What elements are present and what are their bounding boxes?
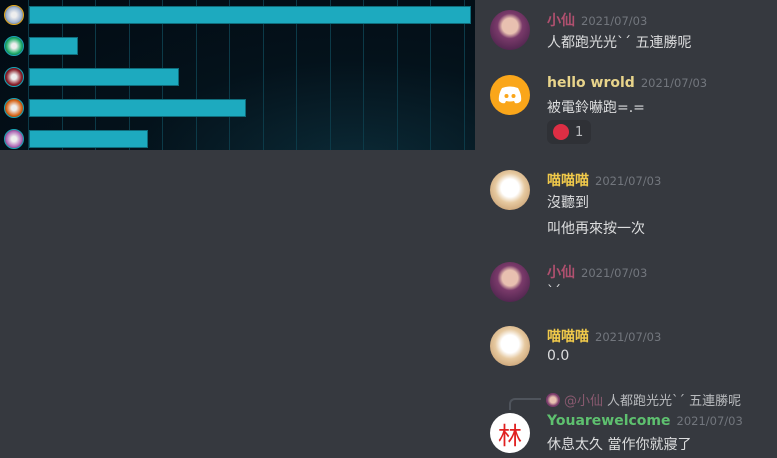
author-name[interactable]: 喵喵喵 <box>547 329 589 345</box>
author-name[interactable]: hello wrold <box>547 75 635 91</box>
author-name[interactable]: 小仙 <box>547 265 575 281</box>
bar-chart-image <box>0 0 475 150</box>
avatar[interactable] <box>490 326 530 366</box>
timestamp: 2021/07/03 <box>595 330 662 344</box>
message-text: ˋˊ <box>547 284 561 300</box>
message-text: 沒聽到 <box>547 195 589 211</box>
avatar[interactable] <box>490 10 530 50</box>
champion-icon <box>4 36 24 56</box>
avatar[interactable] <box>490 75 530 115</box>
author-name[interactable]: 小仙 <box>547 13 575 29</box>
reply-connector <box>509 398 541 410</box>
message-text: 叫他再來按一次 <box>547 221 645 237</box>
avatar[interactable] <box>490 170 530 210</box>
champion-icon <box>4 98 24 118</box>
message-text: 人都跑光光ˋˊ 五連勝呢 <box>547 35 692 51</box>
bar <box>29 68 180 86</box>
reply-text: 人都跑光光ˋˊ 五連勝呢 <box>607 394 742 409</box>
message-text: 被電鈴嚇跑=.= <box>547 100 645 116</box>
timestamp: 2021/07/03 <box>581 266 648 280</box>
message-text: 0.0 <box>547 348 570 364</box>
reply-avatar <box>546 392 560 407</box>
author-name[interactable]: 喵喵喵 <box>547 173 589 189</box>
reaction-count: 1 <box>575 124 584 140</box>
bar <box>29 6 471 24</box>
bar <box>29 99 246 117</box>
timestamp: 2021/07/03 <box>640 76 708 90</box>
reply-preview[interactable]: @小仙 人都跑光光ˋˊ 五連勝呢 <box>546 390 741 409</box>
timestamp: 2021/07/03 <box>581 14 648 28</box>
timestamp: 2021/07/03 <box>676 414 743 428</box>
bar <box>29 130 149 148</box>
author-name[interactable]: Youarewelcome <box>547 413 671 429</box>
champion-icon <box>4 67 24 87</box>
reply-mention[interactable]: @小仙 <box>564 390 603 409</box>
angry-face-icon <box>553 124 569 140</box>
bar <box>29 37 78 55</box>
avatar[interactable]: 林 <box>490 413 530 453</box>
timestamp: 2021/07/03 <box>595 174 662 188</box>
message-text: 休息太久 當作你就寢了 <box>547 437 692 453</box>
champion-icon <box>4 5 24 25</box>
reaction-button[interactable]: 1 <box>547 120 591 144</box>
avatar[interactable] <box>490 262 530 302</box>
discord-logo-icon <box>498 86 522 104</box>
champion-icon <box>4 129 24 149</box>
